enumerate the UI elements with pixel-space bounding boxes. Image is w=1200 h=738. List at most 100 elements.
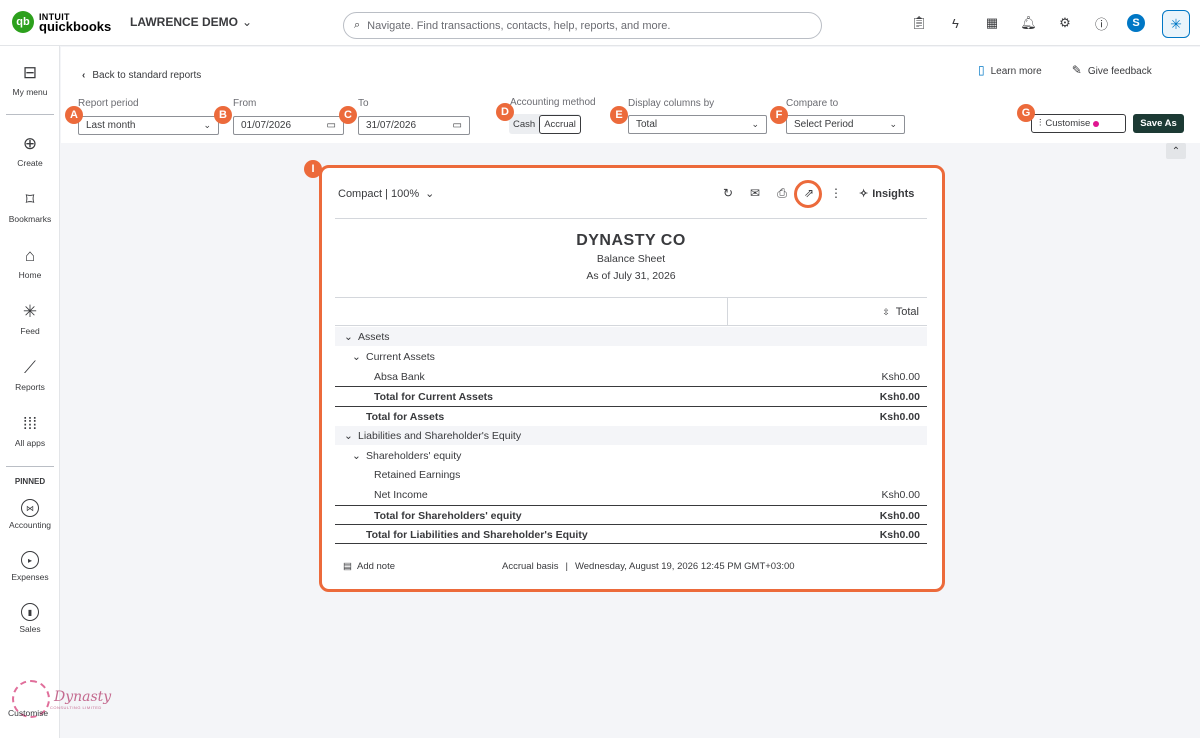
row-label: Liabilities and Shareholder's Equity — [358, 430, 522, 442]
home-icon: ⌂ — [24, 246, 36, 265]
separator: | — [565, 561, 568, 572]
more-icon[interactable]: ⋮ — [828, 185, 844, 201]
sparkle-icon: ✳ — [22, 302, 38, 321]
export-highlight-ring — [794, 180, 822, 208]
sidebar-item-my-menu[interactable]: ⊟ My menu — [0, 62, 60, 97]
row-value[interactable]: Ksh0.00 — [881, 489, 920, 501]
clipboard-icon[interactable]: 📋︎ — [908, 12, 930, 34]
total-column-header[interactable]: ⇳ Total — [882, 306, 919, 318]
row-value: Ksh0.00 — [879, 391, 920, 403]
row-label: Current Assets — [366, 351, 435, 363]
report-row-shareholders-equity[interactable]: ⌄ Shareholders' equity — [335, 446, 927, 465]
report-row-assets[interactable]: ⌄ Assets — [335, 327, 927, 346]
compare-to-select[interactable]: Select Period ⌄ — [786, 115, 905, 134]
back-link[interactable]: ‹ Back to standard reports — [82, 70, 201, 81]
quickbooks-logo[interactable]: qb INTUIT quickbooks — [12, 11, 111, 33]
collapse-filters-button[interactable]: ⌃ — [1166, 143, 1186, 159]
gear-icon[interactable]: ⚙ — [1054, 12, 1076, 34]
row-value[interactable]: Ksh0.00 — [881, 371, 920, 383]
accounting-icon: ⋈ — [21, 499, 39, 517]
plus-circle-icon: ⊕ — [22, 134, 38, 153]
report-row-retained-earnings[interactable]: Retained Earnings — [335, 465, 927, 484]
watermark-name: Dynasty — [54, 688, 112, 705]
report-row-total-current-assets: Total for Current Assets Ksh0.00 — [335, 386, 927, 405]
customise-button[interactable]: ⫶ Customise — [1031, 114, 1126, 133]
chevron-down-icon: ⌄ — [352, 450, 361, 462]
method-accrual-option[interactable]: Accrual — [539, 114, 581, 134]
report-row-current-assets[interactable]: ⌄ Current Assets — [335, 347, 927, 366]
search-icon: ⌕ — [354, 19, 361, 31]
sidebar-item-label: Create — [17, 158, 43, 168]
sidebar-item-all-apps[interactable]: ⁞⁞⁞ All apps — [0, 413, 60, 448]
email-icon[interactable]: ✉ — [747, 185, 763, 201]
row-label: Net Income — [374, 489, 428, 501]
expenses-icon: ▸ — [21, 551, 39, 569]
sidebar-item-reports[interactable]: ⟋ Reports — [0, 357, 60, 392]
search-bar[interactable]: ⌕ Navigate. Find transactions, contacts,… — [343, 12, 822, 39]
note-icon: ▤ — [343, 561, 352, 572]
from-date-input[interactable]: 01/07/2026 ▭ — [233, 116, 344, 135]
sidebar-item-accounting[interactable]: ⋈ Accounting — [0, 499, 60, 530]
calendar-icon[interactable]: ▭ — [327, 120, 336, 131]
report-row-net-income[interactable]: Net Income Ksh0.00 — [335, 485, 927, 504]
from-label: From — [233, 98, 257, 109]
annotation-badge-g: G — [1017, 104, 1035, 122]
row-label: Retained Earnings — [374, 469, 461, 481]
row-label: Total for Liabilities and Shareholder's … — [366, 529, 588, 541]
report-period-select[interactable]: Last month ⌄ — [78, 116, 219, 135]
company-switcher[interactable]: LAWRENCE DEMO ⌄ — [130, 15, 252, 29]
annotation-badge-d: D — [496, 103, 514, 121]
insights-button[interactable]: ✧ Insights — [859, 187, 914, 200]
refresh-icon[interactable]: ↻ — [720, 185, 736, 201]
chevron-down-icon: ⌄ — [203, 120, 211, 130]
sidebar-item-home[interactable]: ⌂ Home — [0, 245, 60, 280]
help-icon[interactable]: ⓘ — [1091, 12, 1113, 34]
bell-icon[interactable]: 🔔︎ — [1018, 12, 1040, 34]
watermark-sub: CONSULTING LIMITED — [50, 704, 102, 710]
sidebar-item-label: Feed — [20, 326, 40, 336]
timestamp-label: Wednesday, August 19, 2026 12:45 PM GMT+… — [574, 561, 795, 572]
sidebar-item-label: Accounting — [8, 520, 52, 530]
annotation-badge-c: C — [339, 106, 357, 124]
logo-line2: quickbooks — [39, 19, 112, 34]
row-label: Absa Bank — [374, 371, 425, 383]
sparkle-icon: ✧ — [859, 188, 869, 200]
sliders-icon: ⫶ — [1039, 118, 1042, 129]
sidebar-item-label: Home — [18, 270, 42, 280]
sidebar-item-create[interactable]: ⊕ Create — [0, 133, 60, 168]
search-placeholder: Navigate. Find transactions, contacts, h… — [367, 19, 671, 32]
lightning-icon[interactable]: ϟ — [945, 12, 967, 34]
sidebar-item-feed[interactable]: ✳ Feed — [0, 301, 60, 336]
sidebar-item-bookmarks[interactable]: ⌑ Bookmarks — [0, 189, 60, 224]
calendar-icon[interactable]: ▭ — [453, 120, 462, 131]
apps-grid-icon[interactable]: ▦ — [981, 12, 1003, 34]
report-date: As of July 31, 2026 — [586, 270, 676, 282]
sidebar-item-sales[interactable]: ▮ Sales — [0, 603, 60, 634]
print-icon[interactable]: ⎙ — [774, 185, 790, 201]
sort-icon: ⇳ — [882, 307, 890, 317]
compare-to-label: Compare to — [786, 98, 839, 109]
row-value: Ksh0.00 — [879, 529, 920, 541]
qb-logo-icon: qb — [12, 11, 34, 33]
display-columns-select[interactable]: Total ⌄ — [628, 115, 767, 134]
method-cash-option[interactable]: Cash — [509, 114, 539, 134]
notification-dot — [1093, 120, 1100, 127]
report-footer-info: Accrual basis | Wednesday, August 19, 2026… — [502, 561, 795, 572]
add-note-button[interactable]: ▤ Add note — [343, 561, 395, 572]
sidebar-item-label: Bookmarks — [8, 214, 52, 224]
learn-more-link[interactable]: ▯ Learn more — [978, 63, 1042, 77]
report-row-absa-bank[interactable]: Absa Bank Ksh0.00 — [335, 367, 927, 386]
sidebar-customise-link[interactable]: Customise — [8, 708, 48, 718]
give-feedback-link[interactable]: ✎ Give feedback — [1072, 63, 1152, 77]
sidebar-item-expenses[interactable]: ▸ Expenses — [0, 551, 60, 582]
assistant-icon[interactable]: ✳ — [1162, 10, 1190, 38]
avatar[interactable]: S — [1127, 14, 1145, 32]
report-row-liabilities-equity[interactable]: ⌄ Liabilities and Shareholder's Equity — [335, 426, 927, 445]
save-as-button[interactable]: Save As — [1133, 114, 1184, 133]
compact-zoom-select[interactable]: Compact | 100% ⌄ — [338, 187, 434, 200]
to-date-input[interactable]: 31/07/2026 ▭ — [358, 116, 470, 135]
briefcase-icon: ⊟ — [22, 63, 38, 82]
row-value: Ksh0.00 — [879, 510, 920, 522]
sidebar-item-label: Expenses — [11, 572, 49, 582]
sidebar-item-label: My menu — [12, 87, 48, 97]
